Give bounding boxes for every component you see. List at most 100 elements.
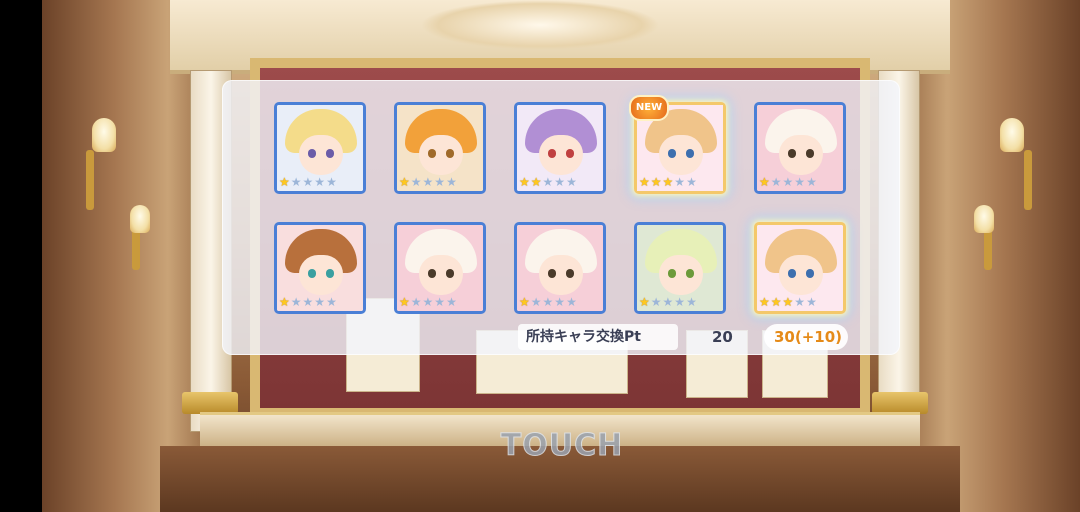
star-filled-icon: ★	[759, 175, 770, 189]
character-card-alpaca-pink-bow[interactable]: ★ ★ ★ ★ ★	[394, 222, 486, 314]
star-empty-icon: ★	[686, 175, 697, 189]
character-face	[299, 255, 343, 295]
lamp-arm	[1024, 150, 1032, 210]
star-filled-icon: ★	[530, 175, 542, 189]
character-eye	[668, 269, 676, 278]
star-filled-icon: ★	[770, 295, 782, 309]
star-empty-icon: ★	[542, 175, 554, 189]
rarity-stars: ★ ★ ★ ★ ★	[279, 295, 337, 309]
lamp-arm	[86, 150, 94, 210]
star-filled-icon: ★	[650, 175, 662, 189]
character-card-alpaca-pink-bow[interactable]: ★ ★ ★ ★ ★	[514, 222, 606, 314]
star-empty-icon: ★	[782, 175, 794, 189]
star-empty-icon: ★	[806, 175, 817, 189]
screen-edge	[0, 0, 42, 512]
exchange-pt-row: 所持キャラ交換Pt 20 30(+10)	[518, 324, 848, 350]
character-card-blonde-elf-girl[interactable]: ★ ★ ★ ★ ★	[274, 102, 366, 194]
character-eye	[686, 269, 694, 278]
exchange-pt-current: 20	[712, 328, 733, 346]
star-empty-icon: ★	[674, 175, 686, 189]
star-filled-icon: ★	[519, 175, 530, 189]
character-eye	[428, 269, 436, 278]
character-eye	[686, 149, 694, 158]
arch-ornament	[420, 0, 660, 50]
star-filled-icon: ★	[639, 295, 650, 309]
character-eye	[548, 149, 556, 158]
star-empty-icon: ★	[326, 295, 337, 309]
star-empty-icon: ★	[542, 295, 554, 309]
star-empty-icon: ★	[422, 295, 434, 309]
star-filled-icon: ★	[639, 175, 650, 189]
lamp-arm	[984, 230, 992, 270]
star-empty-icon: ★	[326, 175, 337, 189]
character-face	[659, 135, 703, 175]
character-eye	[788, 269, 796, 278]
star-empty-icon: ★	[686, 295, 697, 309]
star-empty-icon: ★	[566, 175, 577, 189]
result-panel: ★ ★ ★ ★ ★ ★ ★ ★ ★ ★ ★ ★ ★ ★ ★ ★ ★ ★ ★ ★ NEW ★ ★ ★ ★ ★ ★ ★ ★ ★ ★ ★ ★ ★ ★ ★ ★ ★…	[222, 80, 900, 355]
rarity-stars: ★ ★ ★ ★ ★	[759, 295, 817, 309]
character-eye	[326, 269, 334, 278]
star-empty-icon: ★	[554, 175, 566, 189]
character-eye	[788, 149, 796, 158]
rarity-stars: ★ ★ ★ ★ ★	[759, 175, 817, 189]
character-eye	[806, 149, 814, 158]
new-badge: NEW	[629, 95, 669, 121]
character-eye	[668, 149, 676, 158]
star-filled-icon: ★	[279, 295, 290, 309]
lamp-arm	[132, 230, 140, 270]
character-eye	[446, 149, 454, 158]
star-empty-icon: ★	[302, 175, 314, 189]
star-filled-icon: ★	[279, 175, 290, 189]
star-empty-icon: ★	[290, 175, 302, 189]
character-face	[539, 255, 583, 295]
character-face	[299, 135, 343, 175]
star-empty-icon: ★	[446, 295, 457, 309]
rarity-stars: ★ ★ ★ ★ ★	[639, 175, 697, 189]
exchange-pt-after: 30(+10)	[774, 328, 843, 346]
character-card-orange-haired-girl[interactable]: ★ ★ ★ ★ ★	[394, 102, 486, 194]
character-eye	[806, 269, 814, 278]
character-card-strawberry-blonde-girl[interactable]: ★ ★ ★ ★ ★	[754, 222, 846, 314]
star-empty-icon: ★	[650, 295, 662, 309]
character-eye	[548, 269, 556, 278]
character-card-strawberry-blonde-girl[interactable]: ★ ★ ★ ★ ★ NEW	[629, 95, 726, 194]
star-empty-icon: ★	[566, 295, 577, 309]
character-card-purple-haired-girl[interactable]: ★ ★ ★ ★ ★	[514, 102, 606, 194]
character-face	[779, 255, 823, 295]
star-empty-icon: ★	[794, 175, 806, 189]
star-filled-icon: ★	[782, 295, 794, 309]
character-eye	[308, 149, 316, 158]
touch-prompt[interactable]: TOUCH	[500, 428, 624, 468]
rarity-stars: ★ ★ ★ ★ ★	[519, 175, 577, 189]
wall-lamp	[974, 205, 994, 233]
star-filled-icon: ★	[399, 175, 410, 189]
character-card-alpaca-pink-bow[interactable]: ★ ★ ★ ★ ★	[754, 102, 846, 194]
rarity-stars: ★ ★ ★ ★ ★	[399, 295, 457, 309]
star-empty-icon: ★	[314, 175, 326, 189]
character-eye	[566, 149, 574, 158]
star-empty-icon: ★	[530, 295, 542, 309]
star-filled-icon: ★	[519, 295, 530, 309]
star-empty-icon: ★	[770, 175, 782, 189]
character-eye	[308, 269, 316, 278]
rarity-stars: ★ ★ ★ ★ ★	[399, 175, 457, 189]
star-empty-icon: ★	[554, 295, 566, 309]
star-filled-icon: ★	[662, 175, 674, 189]
character-card-green-hat-girl[interactable]: ★ ★ ★ ★ ★	[634, 222, 726, 314]
star-empty-icon: ★	[434, 295, 446, 309]
star-empty-icon: ★	[410, 175, 422, 189]
star-empty-icon: ★	[446, 175, 457, 189]
character-face	[539, 135, 583, 175]
character-eye	[566, 269, 574, 278]
character-eye	[428, 149, 436, 158]
pillar-base	[182, 392, 238, 414]
character-eye	[446, 269, 454, 278]
character-grid: ★ ★ ★ ★ ★ ★ ★ ★ ★ ★ ★ ★ ★ ★ ★ ★ ★ ★ ★ ★ NEW ★ ★ ★ ★ ★ ★ ★ ★ ★ ★ ★ ★ ★ ★ ★ ★ ★…	[274, 95, 848, 317]
star-empty-icon: ★	[662, 295, 674, 309]
star-empty-icon: ★	[410, 295, 422, 309]
character-card-brown-haired-girl[interactable]: ★ ★ ★ ★ ★	[274, 222, 366, 314]
star-empty-icon: ★	[806, 295, 817, 309]
rarity-stars: ★ ★ ★ ★ ★	[279, 175, 337, 189]
character-face	[419, 255, 463, 295]
